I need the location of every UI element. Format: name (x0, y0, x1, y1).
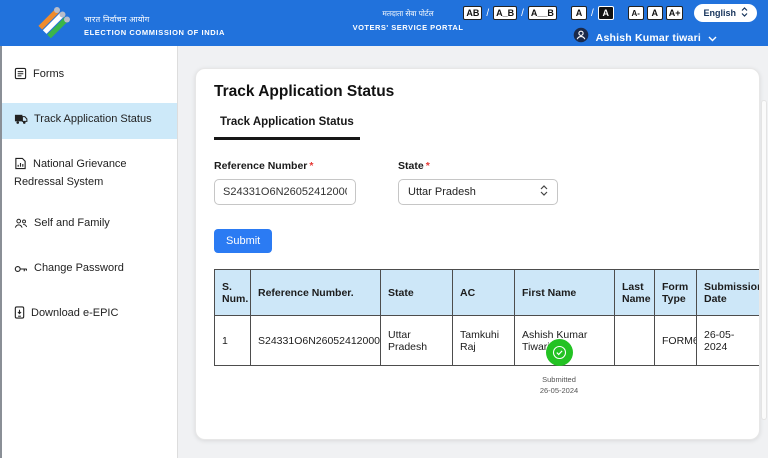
state-group: State * Uttar Pradesh (398, 160, 558, 205)
eci-brand: भारत निर्वाचन आयोग ELECTION COMMISSION O… (36, 5, 225, 46)
sidebar-item-self-and-family[interactable]: Self and Family (2, 207, 177, 243)
status-label: Submitted (542, 375, 576, 384)
sidebar-item-download-e-epic[interactable]: Download e-EPIC (2, 297, 177, 333)
col-form-type: Form Type (654, 269, 697, 316)
sidebar-item-label: Change Password (34, 262, 124, 275)
content-card: Track Application Status Track Applicati… (195, 68, 760, 440)
col-last-name: Last Name (614, 269, 655, 316)
language-selector[interactable]: English (694, 4, 757, 22)
application-status: Submitted 26-05-2024 (511, 339, 607, 395)
cell-ac: Tamkuhi Raj (452, 315, 515, 366)
status-date: 26-05-2024 (539, 386, 579, 395)
label-text: State (398, 160, 424, 172)
updown-chevron-icon (741, 7, 748, 19)
reference-number-group: Reference Number * (214, 160, 356, 205)
portal-name-hindi: मतदाता सेवा पोर्टल (382, 9, 434, 18)
cell-form-type: FORM6 (654, 315, 697, 366)
reference-number-label: Reference Number * (214, 160, 356, 172)
font-reset-button[interactable]: A (646, 6, 663, 20)
cell-last-name (614, 315, 655, 366)
separator: / (521, 7, 524, 19)
grievance-icon (14, 157, 27, 175)
portal-name-english: VOTERS' SERVICE PORTAL (352, 23, 464, 32)
language-label: English (703, 8, 736, 18)
col-state: State (380, 269, 453, 316)
font-increase-button[interactable]: A+ (665, 6, 684, 20)
updown-chevron-icon (540, 185, 548, 199)
page-title: Track Application Status (214, 83, 395, 100)
table-row: 1 S24331O6N2605241200044 Uttar Pradesh T… (214, 315, 759, 366)
people-icon (14, 218, 28, 234)
col-reference-number: Reference Number. (250, 269, 381, 316)
letter-spacing-normal-button[interactable]: AB (463, 6, 483, 20)
org-name-hindi: भारत निर्वाचन आयोग (84, 15, 150, 24)
col-s-num: S. Num. (214, 269, 251, 316)
label-text: Reference Number (214, 160, 308, 172)
submit-button[interactable]: Submit (214, 229, 273, 253)
sidebar: Forms Track Application Status National … (0, 46, 178, 458)
track-form: Reference Number* State* Uttar Pradesh (214, 160, 759, 205)
sidebar-item-track-application-status[interactable]: Track Application Status (2, 102, 177, 139)
sidebar-item-label: Self and Family (34, 217, 110, 230)
contrast-normal-button[interactable]: A (570, 6, 587, 20)
sidebar-item-change-password[interactable]: Change Password (2, 252, 177, 288)
eci-logo-icon (36, 5, 72, 46)
reference-number-input[interactable] (214, 179, 356, 205)
separator: / (486, 7, 490, 19)
col-first-name: First Name (514, 269, 615, 316)
letter-spacing-medium-button[interactable]: A_B (493, 6, 518, 20)
tab-track-application-status[interactable]: Track Application Status (214, 116, 360, 140)
org-name-english: ELECTION COMMISSION OF INDIA (84, 28, 225, 37)
letter-spacing-wide-button[interactable]: A__B (527, 6, 557, 20)
sidebar-item-label: Track Application Status (34, 112, 152, 125)
truck-icon (14, 113, 28, 130)
state-select[interactable]: Uttar Pradesh (398, 179, 558, 205)
table-header-row: S. Num. Reference Number. State AC First… (214, 269, 759, 316)
top-header: भारत निर्वाचन आयोग ELECTION COMMISSION O… (0, 0, 768, 46)
results-table: S. Num. Reference Number. State AC First… (214, 269, 759, 366)
col-ac: AC (452, 269, 515, 316)
state-selected-value: Uttar Pradesh (408, 186, 476, 198)
col-submission-date: Submission Date (696, 269, 759, 316)
submitted-check-icon (545, 339, 573, 366)
cell-state: Uttar Pradesh (380, 315, 453, 366)
required-asterisk: * (425, 160, 430, 172)
user-name: Ashish Kumar tiwari (595, 31, 701, 44)
epic-card-icon (14, 306, 25, 324)
form-icon (14, 67, 27, 85)
user-menu[interactable]: Ashish Kumar tiwari (463, 27, 717, 48)
cell-submission-date: 26-05-2024 (696, 315, 759, 366)
cell-s-num: 1 (214, 315, 251, 366)
sidebar-item-label: Download e-EPIC (31, 307, 119, 320)
separator: / (590, 7, 594, 19)
contrast-dark-button[interactable]: A (597, 6, 614, 20)
user-avatar-icon (573, 27, 589, 48)
required-asterisk: * (309, 160, 314, 172)
font-decrease-button[interactable]: A- (627, 6, 644, 20)
accessibility-toolbar: AB / A_B / A__B A / A A- A A+ English (463, 4, 757, 22)
chevron-down-icon (708, 29, 717, 47)
page-scrollbar[interactable] (761, 100, 767, 420)
cell-reference-number: S24331O6N2605241200044 (250, 315, 381, 366)
sidebar-item-forms[interactable]: Forms (2, 58, 177, 94)
key-icon (14, 264, 28, 279)
state-label: State * (398, 160, 558, 172)
sidebar-item-national-grievance-redressal-system[interactable]: National Grievance Redressal System (2, 148, 177, 199)
sidebar-item-label: Forms (33, 68, 65, 80)
portal-title: मतदाता सेवा पोर्टल VOTERS' SERVICE PORTA… (353, 9, 464, 32)
sidebar-item-label: National Grievance Redressal System (14, 157, 127, 188)
